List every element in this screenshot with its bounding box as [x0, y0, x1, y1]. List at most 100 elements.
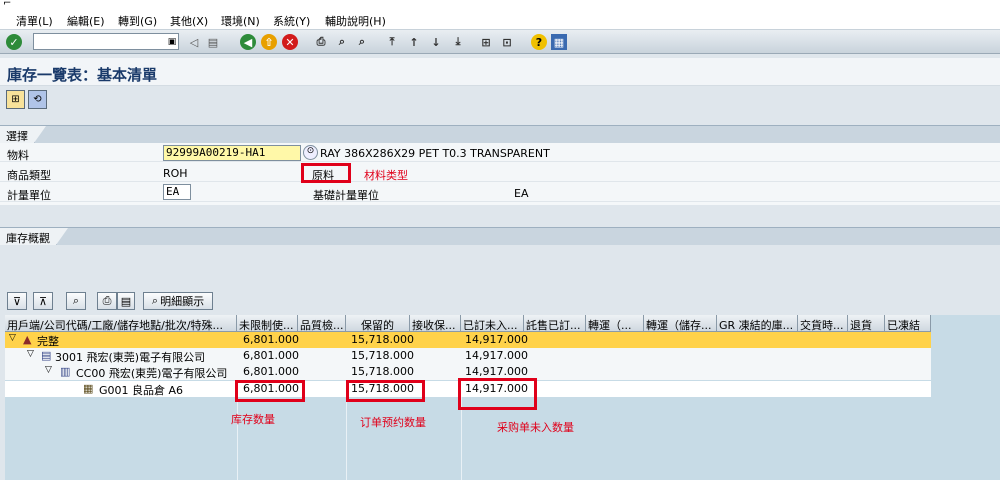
- first-page-icon[interactable]: ⤒: [384, 34, 400, 50]
- find-button[interactable]: ⌕: [66, 292, 86, 310]
- title-bar: 庫存一覽表：基本清單: [0, 58, 1000, 86]
- highlight-on-order: [458, 378, 537, 410]
- menu-bar: 清單(L) 編輯(E) 轉到(G) 其他(X) 環境(N) 系統(Y) 輔助說明…: [0, 10, 1000, 30]
- highlight-material-type: [301, 163, 351, 183]
- cell-reserved: 15,718.000: [351, 349, 414, 362]
- export-button[interactable]: ▤: [117, 292, 135, 310]
- detail-icon: ⌕: [151, 294, 159, 307]
- row-label: CC00 飛宏(東莞)電子有限公司: [76, 367, 228, 380]
- material-description: RAY 386X286X29 PET T0.3 TRANSPARENT: [320, 147, 550, 160]
- table-row[interactable]: ▽ ▤ 3001 飛宏(東莞)電子有限公司 6,801.000 15,718.0…: [5, 348, 931, 364]
- column-header[interactable]: 未限制使...: [237, 315, 298, 332]
- column-header[interactable]: 託售已訂...: [524, 315, 586, 332]
- material-lookup-icon[interactable]: ⊙: [303, 145, 318, 160]
- collapse-node-icon[interactable]: ▽: [9, 333, 16, 343]
- base-unit-value: EA: [514, 187, 529, 200]
- cell-unrestricted: 6,801.000: [243, 349, 299, 362]
- printer-icon: ⎙: [102, 294, 112, 307]
- column-header[interactable]: 轉運（...: [586, 315, 644, 332]
- command-field[interactable]: [33, 33, 179, 50]
- menu-environment[interactable]: 環境(N): [221, 13, 260, 29]
- row-label: 完整: [37, 335, 59, 348]
- row-label: G001 良品倉 A6: [99, 384, 184, 397]
- column-header[interactable]: 退貨: [848, 315, 885, 332]
- refresh-button[interactable]: ⟲: [28, 90, 47, 109]
- next-page-icon[interactable]: ↓: [428, 34, 444, 50]
- cell-on-order: 14,917.000: [465, 349, 528, 362]
- window-top-strip: ⌐: [0, 0, 1000, 10]
- column-header[interactable]: 接收保...: [410, 315, 461, 332]
- divider: [0, 201, 1000, 202]
- column-header[interactable]: 轉運（儲存...: [644, 315, 717, 332]
- column-header[interactable]: 交貨時...: [798, 315, 848, 332]
- unit-input[interactable]: EA: [163, 184, 191, 200]
- menu-help[interactable]: 輔助說明(H): [325, 13, 386, 29]
- detail-display-button[interactable]: ⌕ 明細顯示: [143, 292, 213, 310]
- back-small-icon[interactable]: ◁: [186, 34, 202, 50]
- cell-unrestricted: 6,801.000: [243, 365, 299, 378]
- menu-extras[interactable]: 其他(X): [170, 13, 208, 29]
- print-icon[interactable]: ⎙: [313, 34, 329, 50]
- menu-edit[interactable]: 編輯(E): [67, 13, 105, 29]
- overview-group-header: 庫存概觀: [0, 227, 1000, 245]
- collapse-icon: ⊼: [38, 294, 48, 308]
- column-header[interactable]: 保留的: [346, 315, 410, 332]
- find-icon[interactable]: ⌕: [334, 34, 350, 50]
- column-header[interactable]: GR 凍結的庫...: [717, 315, 798, 332]
- print-button[interactable]: ⎙: [97, 292, 117, 310]
- collapse-all-button[interactable]: ⊼: [33, 292, 53, 310]
- menu-system[interactable]: 系統(Y): [273, 13, 310, 29]
- collapse-node-icon[interactable]: ▽: [45, 365, 52, 375]
- command-history-icon[interactable]: ▣: [164, 34, 180, 50]
- cell-unrestricted: 6,801.000: [243, 333, 299, 346]
- select-layout-button[interactable]: ⊞: [6, 90, 25, 109]
- application-toolbar: ⊞ ⟲: [0, 87, 1000, 113]
- divider: [0, 181, 1000, 182]
- column-header[interactable]: 已凍結: [885, 315, 931, 332]
- exit-icon[interactable]: ⇧: [261, 34, 277, 50]
- layout-menu-icon[interactable]: ▦: [551, 34, 567, 50]
- find-next-icon[interactable]: ⌕: [354, 34, 370, 50]
- material-label: 物料: [7, 149, 29, 162]
- table-row[interactable]: ▽ ▲ 完整 6,801.000 15,718.000 14,917.000: [5, 332, 931, 348]
- annotation-on-order-qty: 采购单未入数量: [497, 421, 574, 434]
- annotation-stock-qty: 库存数量: [231, 413, 275, 426]
- shortcut-icon[interactable]: ⊡: [499, 34, 515, 50]
- annotation-reserved-qty: 订单预约数量: [360, 416, 426, 429]
- cell-reserved: 15,718.000: [351, 333, 414, 346]
- export-icon: ▤: [120, 294, 132, 308]
- storage-location-icon: ▦: [83, 382, 94, 395]
- save-icon[interactable]: ▤: [205, 34, 221, 50]
- detail-display-label: 明細顯示: [160, 295, 205, 308]
- collapse-node-icon[interactable]: ▽: [27, 349, 34, 359]
- cell-reserved: 15,718.000: [351, 365, 414, 378]
- previous-page-icon[interactable]: ↑: [406, 34, 422, 50]
- last-page-icon[interactable]: ⤓: [450, 34, 466, 50]
- cell-on-order: 14,917.000: [465, 333, 528, 346]
- row-label: 3001 飛宏(東莞)電子有限公司: [55, 351, 206, 364]
- selection-group-header: 選擇: [0, 125, 1000, 143]
- material-input[interactable]: 92999A00219-HA1: [163, 145, 301, 161]
- window-icon: ⌐: [3, 0, 12, 9]
- highlight-unrestricted-stock: [235, 380, 305, 402]
- system-toolbar: ✓ ▣ ◁ ▤ ◀ ⇧ ✕ ⎙ ⌕ ⌕ ⤒ ↑ ↓ ⤓ ⊞ ⊡ ? ▦: [0, 30, 1000, 54]
- binoculars-icon: ⌕: [72, 294, 80, 307]
- enter-check-icon[interactable]: ✓: [6, 34, 22, 50]
- client-icon: ▲: [23, 333, 32, 346]
- menu-goto[interactable]: 轉到(G): [118, 13, 157, 29]
- cell-on-order: 14,917.000: [465, 365, 528, 378]
- base-unit-label: 基礎計量單位: [313, 189, 379, 202]
- help-icon[interactable]: ?: [531, 34, 547, 50]
- annotation-material-type: 材料类型: [364, 169, 408, 182]
- page-title: 庫存一覽表：基本清單: [7, 66, 158, 84]
- expand-all-button[interactable]: ⊽: [7, 292, 27, 310]
- column-header[interactable]: 已訂未入...: [461, 315, 524, 332]
- menu-list[interactable]: 清單(L): [16, 13, 53, 29]
- cancel-icon[interactable]: ✕: [282, 34, 298, 50]
- column-header[interactable]: 用戶端/公司代碼/工廠/儲存地點/批次/特殊...: [5, 315, 237, 332]
- expand-icon: ⊽: [12, 294, 22, 308]
- column-header[interactable]: 品質檢...: [298, 315, 346, 332]
- back-icon[interactable]: ◀: [240, 34, 256, 50]
- plant-icon: ▥: [60, 365, 71, 378]
- new-session-icon[interactable]: ⊞: [478, 34, 494, 50]
